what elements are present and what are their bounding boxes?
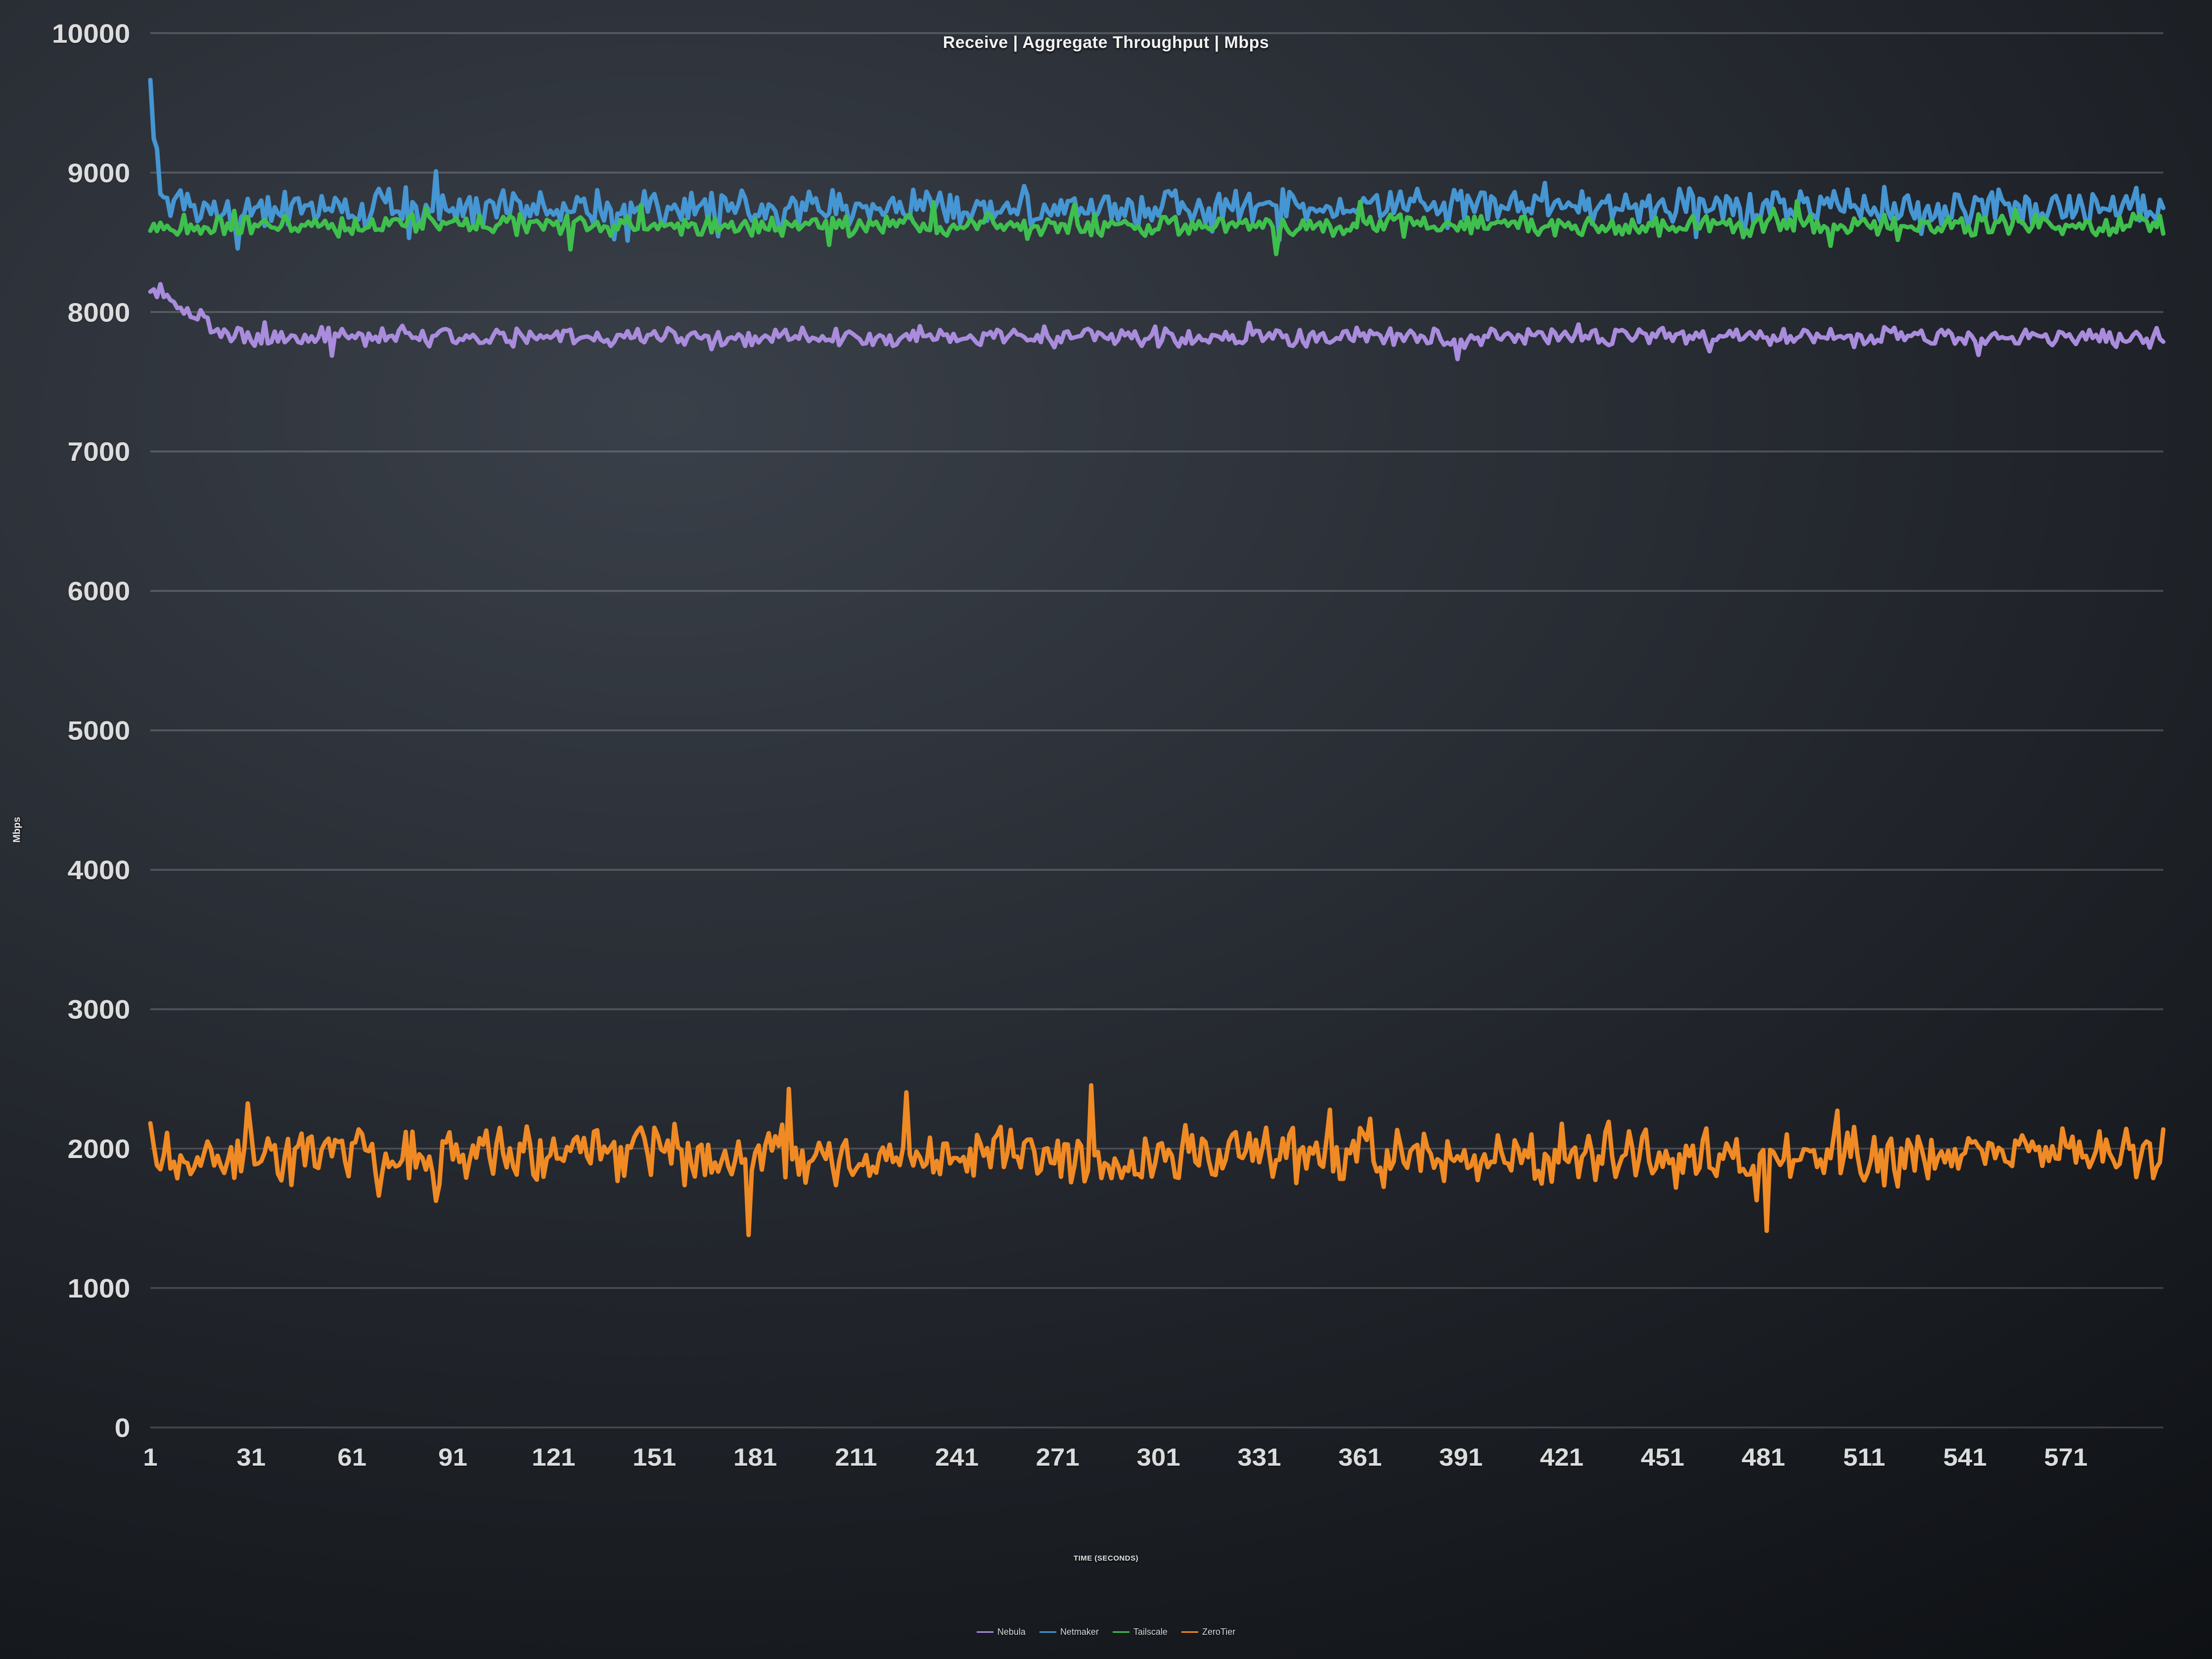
svg-text:571: 571 [2044,1443,2087,1471]
legend-item-nebula: Nebula [977,1627,1026,1637]
svg-text:271: 271 [1036,1443,1080,1471]
legend-swatch [1039,1631,1056,1633]
svg-text:10000: 10000 [52,19,130,48]
legend-swatch [977,1631,993,1633]
legend: Nebula Netmaker Tailscale ZeroTier [0,1625,2212,1637]
svg-text:511: 511 [1843,1443,1885,1471]
svg-text:6000: 6000 [68,577,131,606]
svg-text:181: 181 [733,1443,777,1471]
plot-area: 0100020003000400050006000700080009000100… [150,33,2163,1485]
svg-text:7000: 7000 [68,437,131,467]
series-zerotier [150,1085,2163,1235]
legend-label: Tailscale [1133,1627,1168,1637]
legend-swatch [1181,1631,1198,1633]
legend-swatch [1113,1631,1129,1633]
plot-svg: 0100020003000400050006000700080009000100… [150,33,2163,1485]
svg-text:391: 391 [1439,1443,1483,1471]
svg-text:3000: 3000 [68,995,131,1025]
svg-text:421: 421 [1540,1443,1583,1471]
x-tick-labels: 1 31 61 91 121 151 181 211 241 271 301 331 361 391 421… [143,1443,2087,1471]
legend-label: Nebula [997,1627,1026,1637]
svg-text:31: 31 [237,1443,266,1471]
y-tick-labels: 0 1000 2000 3000 4000 5000 6000 7000 8000 9000 100… [52,19,130,1443]
svg-text:1: 1 [143,1443,157,1471]
svg-text:451: 451 [1641,1443,1684,1471]
legend-item-tailscale: Tailscale [1113,1627,1168,1637]
svg-text:9000: 9000 [68,158,131,188]
svg-text:151: 151 [632,1443,676,1471]
series-group [150,80,2163,1235]
svg-text:481: 481 [1742,1443,1785,1471]
x-axis-label: TIME (SECONDS) [0,1554,2212,1563]
svg-text:4000: 4000 [68,855,131,885]
svg-text:331: 331 [1237,1443,1281,1471]
series-nebula [150,284,2163,359]
svg-text:91: 91 [438,1443,467,1471]
svg-text:541: 541 [1943,1443,1987,1471]
legend-label: Netmaker [1060,1627,1099,1637]
svg-text:211: 211 [835,1443,877,1471]
svg-text:5000: 5000 [68,716,131,746]
legend-item-zerotier: ZeroTier [1181,1627,1235,1637]
svg-text:361: 361 [1338,1443,1382,1471]
svg-text:0: 0 [115,1413,131,1442]
legend-item-netmaker: Netmaker [1039,1627,1099,1637]
svg-text:61: 61 [337,1443,366,1471]
svg-text:241: 241 [935,1443,979,1471]
svg-text:121: 121 [532,1443,575,1471]
y-axis-label: Mbps [12,816,23,842]
chart-container: Receive | Aggregate Throughput | Mbps Mb… [0,0,2212,1659]
svg-text:301: 301 [1137,1443,1180,1471]
gridlines [150,33,2163,1428]
legend-label: ZeroTier [1202,1627,1235,1637]
svg-text:2000: 2000 [68,1134,131,1164]
svg-text:1000: 1000 [68,1274,131,1303]
svg-text:8000: 8000 [68,298,131,327]
